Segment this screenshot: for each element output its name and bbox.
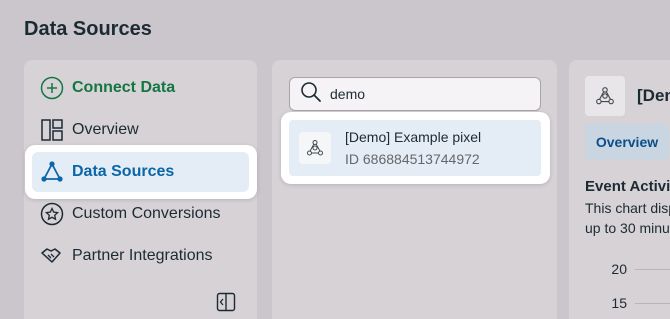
chart-heading: Event Activity [585,178,670,195]
connect-data-label: Connect Data [72,79,176,96]
overview-grid-icon [40,118,64,142]
pixel-id: ID 686884513744972 [345,151,480,167]
pixel-name: [Demo] Example pixel [345,129,482,145]
sidebar-item-overview-label: Overview [72,121,139,138]
chart-description-line-2: up to 30 minutes [585,220,670,236]
collapse-sidebar-icon[interactable] [216,292,236,312]
plus-circle-icon [40,76,64,100]
sidebar-item-partner-integrations[interactable]: Partner Integrations [40,238,250,274]
sidebar-item-custom-conversions-label: Custom Conversions [72,205,221,222]
y-axis-tick-label: 20 [611,261,627,277]
page-title: Data Sources [24,18,152,40]
pixel-icon [299,132,331,164]
pixel-list-item-selected[interactable]: [Demo] Example pixel ID 686884513744972 [289,120,541,176]
search-input[interactable] [330,86,530,102]
sidebar-item-data-sources[interactable]: Data Sources [25,145,257,199]
chart-gridline [635,269,670,270]
detail-pixel-icon [585,76,625,116]
star-circle-icon [40,202,64,226]
pixel-info: [Demo] Example pixel ID 686884513744972 [345,129,481,167]
handshake-icon [40,244,64,268]
detail-title: [Demo] Example pixel [637,86,670,105]
search-field[interactable] [289,77,541,111]
chart-description-line-1: This chart displays [585,200,670,216]
tab-overview[interactable]: Overview [585,124,669,160]
sidebar-item-custom-conversions[interactable]: Custom Conversions [40,196,250,232]
sidebar-item-overview[interactable]: Overview [40,112,250,148]
search-icon [300,81,322,108]
chart-description: This chart displays up to 30 minutes [585,198,670,238]
sidebar-item-partner-integrations-label: Partner Integrations [72,247,213,264]
y-axis-tick-label: 15 [611,295,627,311]
data-sources-icon [40,160,64,184]
connect-data-button[interactable]: Connect Data [40,70,250,106]
chart-gridline [635,303,670,304]
sidebar-item-data-sources-label: Data Sources [72,163,175,180]
sidebar-item-data-sources-selected[interactable]: Data Sources [32,152,249,192]
pixel-list-item[interactable]: [Demo] Example pixel ID 686884513744972 [281,112,550,184]
pixel-detail-panel: [Demo] Example pixel Overview Event Acti… [569,60,670,319]
